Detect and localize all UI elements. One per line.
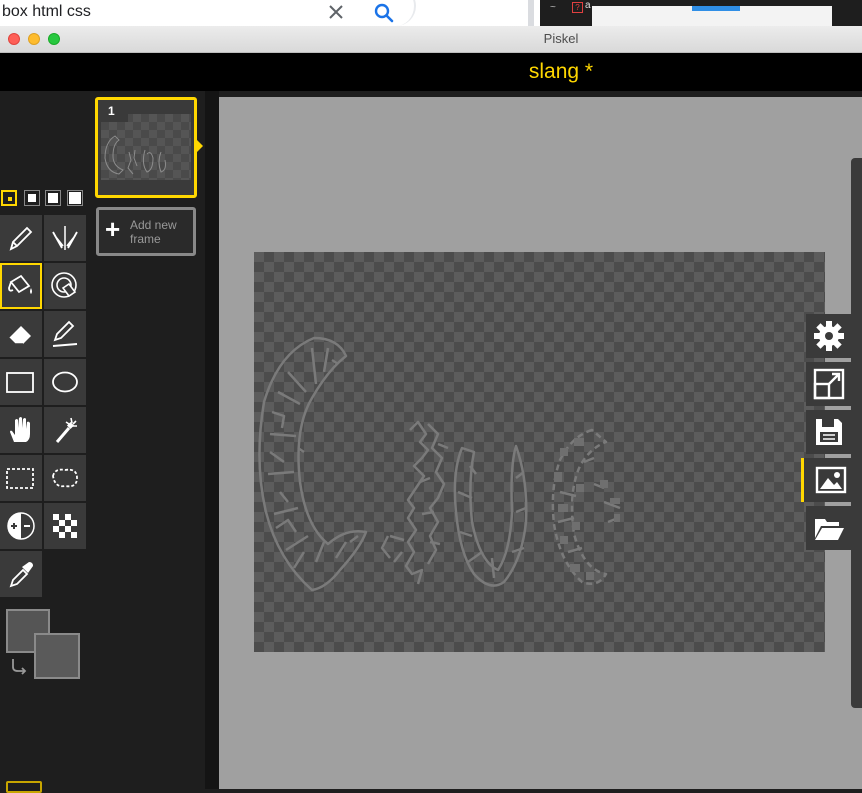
resize-button[interactable] bbox=[806, 362, 852, 406]
dithering-tool[interactable] bbox=[44, 503, 86, 549]
pen-size-2[interactable] bbox=[24, 190, 40, 206]
circle-tool[interactable] bbox=[44, 359, 86, 405]
terminal-panel bbox=[592, 6, 832, 26]
import-button[interactable] bbox=[806, 506, 852, 550]
terminal-text: a bbox=[585, 0, 591, 11]
add-frame-label: Add new frame bbox=[130, 218, 177, 246]
stroke-icon bbox=[52, 320, 78, 347]
pen-size-4[interactable] bbox=[67, 190, 83, 206]
color-swap-icon bbox=[51, 272, 77, 298]
rectangle-icon bbox=[6, 372, 34, 393]
move-tool[interactable] bbox=[0, 407, 42, 453]
circle-icon bbox=[52, 371, 78, 393]
app-header: slang * bbox=[0, 53, 862, 91]
resize-icon bbox=[813, 368, 845, 400]
lighten-icon bbox=[7, 512, 35, 540]
eraser-tool[interactable] bbox=[0, 311, 42, 357]
color-picker-tool[interactable] bbox=[0, 551, 42, 597]
rectangle-selection-tool[interactable] bbox=[0, 455, 42, 501]
error-icon: ? bbox=[572, 2, 583, 13]
browser-search-input[interactable]: box html css bbox=[2, 3, 91, 21]
pen-size-3[interactable] bbox=[45, 190, 61, 206]
frames-panel: 1 + Add new frame bbox=[93, 91, 205, 789]
keyboard-shortcuts-icon[interactable] bbox=[6, 781, 42, 793]
lasso-selection-tool[interactable] bbox=[44, 455, 86, 501]
settings-button[interactable] bbox=[806, 314, 852, 358]
lasso-icon bbox=[52, 468, 78, 488]
terminal-prompt: ~ bbox=[550, 2, 556, 13]
rectangle-tool[interactable] bbox=[0, 359, 42, 405]
pen-size-1[interactable] bbox=[1, 190, 17, 206]
paint-all-same-color-tool[interactable] bbox=[44, 263, 86, 309]
terminal-window: ~ ? a bbox=[540, 0, 862, 26]
gear-icon bbox=[814, 321, 844, 351]
swap-colors-icon[interactable] bbox=[10, 657, 30, 675]
frame-thumbnail bbox=[101, 114, 191, 180]
magic-wand-icon bbox=[55, 417, 77, 443]
frames-scrollbar[interactable] bbox=[205, 91, 219, 789]
floppy-icon bbox=[816, 419, 842, 445]
add-frame-button[interactable]: + Add new frame bbox=[96, 207, 196, 256]
plus-icon: + bbox=[105, 214, 121, 244]
pen-icon bbox=[9, 226, 33, 251]
drawing-canvas[interactable] bbox=[254, 252, 825, 652]
pen-tool[interactable] bbox=[0, 215, 42, 261]
checker-icon bbox=[53, 514, 77, 538]
magic-wand-tool[interactable] bbox=[44, 407, 86, 453]
divider bbox=[528, 0, 534, 26]
piskel-name[interactable]: slang * bbox=[0, 60, 862, 84]
image-icon bbox=[815, 466, 847, 494]
save-button[interactable] bbox=[806, 410, 852, 454]
drawing-area bbox=[219, 97, 857, 789]
folder-open-icon bbox=[815, 519, 844, 540]
paint-bucket-tool[interactable] bbox=[0, 263, 42, 309]
search-icon bbox=[374, 3, 394, 23]
paint-bucket-icon bbox=[8, 274, 32, 294]
lighten-tool[interactable] bbox=[0, 503, 42, 549]
hand-icon bbox=[10, 417, 30, 442]
terminal-tab-indicator bbox=[692, 6, 740, 11]
close-icon[interactable] bbox=[326, 2, 346, 22]
browser-strip: box html css ~ ? a bbox=[0, 0, 862, 26]
artwork bbox=[258, 336, 621, 592]
vertical-mirror-pen-tool[interactable] bbox=[44, 215, 86, 261]
tool-section bbox=[0, 91, 93, 793]
eyedropper-icon bbox=[9, 562, 33, 588]
selected-frame-indicator bbox=[196, 139, 203, 153]
browser-search-button[interactable] bbox=[356, 0, 416, 26]
window-titlebar: Piskel bbox=[0, 26, 862, 53]
export-button[interactable] bbox=[801, 458, 852, 502]
rect-select-icon bbox=[6, 468, 34, 489]
settings-drawer-edge bbox=[851, 158, 862, 708]
window-title: Piskel bbox=[543, 31, 579, 46]
stroke-tool[interactable] bbox=[44, 311, 86, 357]
eraser-icon bbox=[8, 326, 31, 345]
secondary-color-swatch[interactable] bbox=[34, 633, 80, 679]
frame-tile[interactable]: 1 bbox=[95, 97, 197, 198]
frame-number: 1 bbox=[98, 100, 128, 122]
mirror-pen-icon bbox=[52, 226, 78, 250]
